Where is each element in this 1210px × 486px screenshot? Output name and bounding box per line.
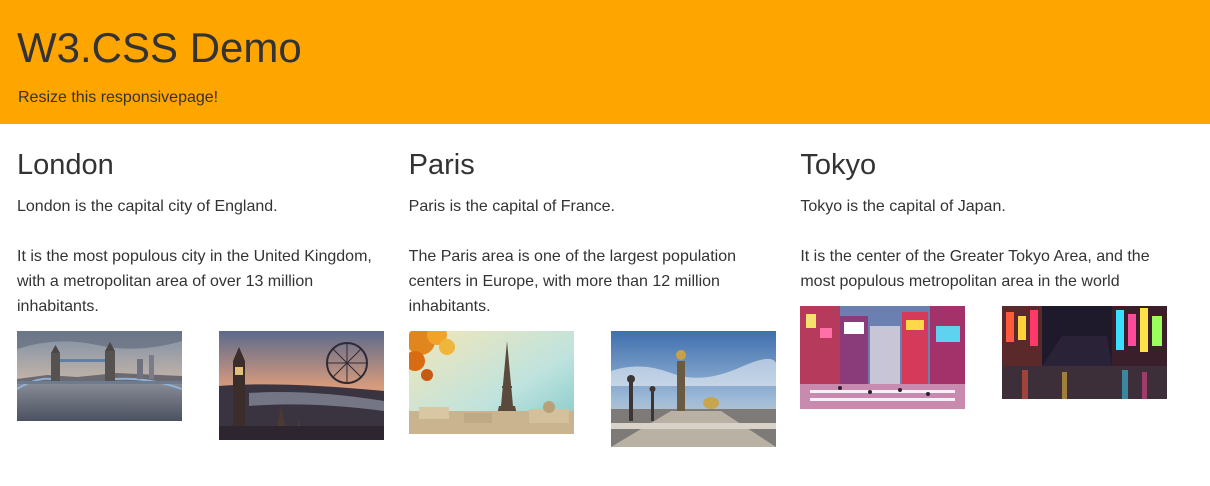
city-description-paris: The Paris area is one of the largest pop… <box>408 248 736 315</box>
city-description-london: It is the most populous city in the Unit… <box>17 248 372 315</box>
city-columns: London London is the capital city of Eng… <box>0 124 1210 451</box>
pont-alexandre-iii-photo <box>610 331 776 447</box>
city-summary-london: London is the capital city of England. <box>17 198 278 215</box>
city-heading-tokyo: Tokyo <box>800 149 877 181</box>
city-heading-london: London <box>17 149 114 181</box>
city-photos-london <box>17 331 389 451</box>
page-title: W3.CSS Demo <box>17 24 302 71</box>
city-summary-tokyo: Tokyo is the capital of Japan. <box>800 198 1006 215</box>
eiffel-tower-autumn-photo <box>408 331 574 434</box>
city-column-paris: Paris Paris is the capital of France. Th… <box>408 124 801 451</box>
city-summary-paris: Paris is the capital of France. <box>408 198 615 215</box>
tokyo-night-street-photo <box>1002 306 1168 399</box>
city-photos-paris <box>408 331 781 451</box>
tower-bridge-photo <box>17 331 182 421</box>
city-photos-tokyo <box>800 306 1172 426</box>
page-subtitle: Resize this responsivepage! <box>18 89 219 106</box>
city-column-tokyo: Tokyo Tokyo is the capital of Japan. It … <box>800 124 1192 451</box>
page-header: W3.CSS Demo Resize this responsivepage! <box>0 0 1210 124</box>
city-column-london: London London is the capital city of Eng… <box>17 124 409 451</box>
city-description-tokyo: It is the center of the Greater Tokyo Ar… <box>800 248 1150 290</box>
shibuya-crossing-photo <box>800 306 966 409</box>
city-heading-paris: Paris <box>408 149 475 181</box>
westminster-london-eye-photo <box>219 331 384 440</box>
